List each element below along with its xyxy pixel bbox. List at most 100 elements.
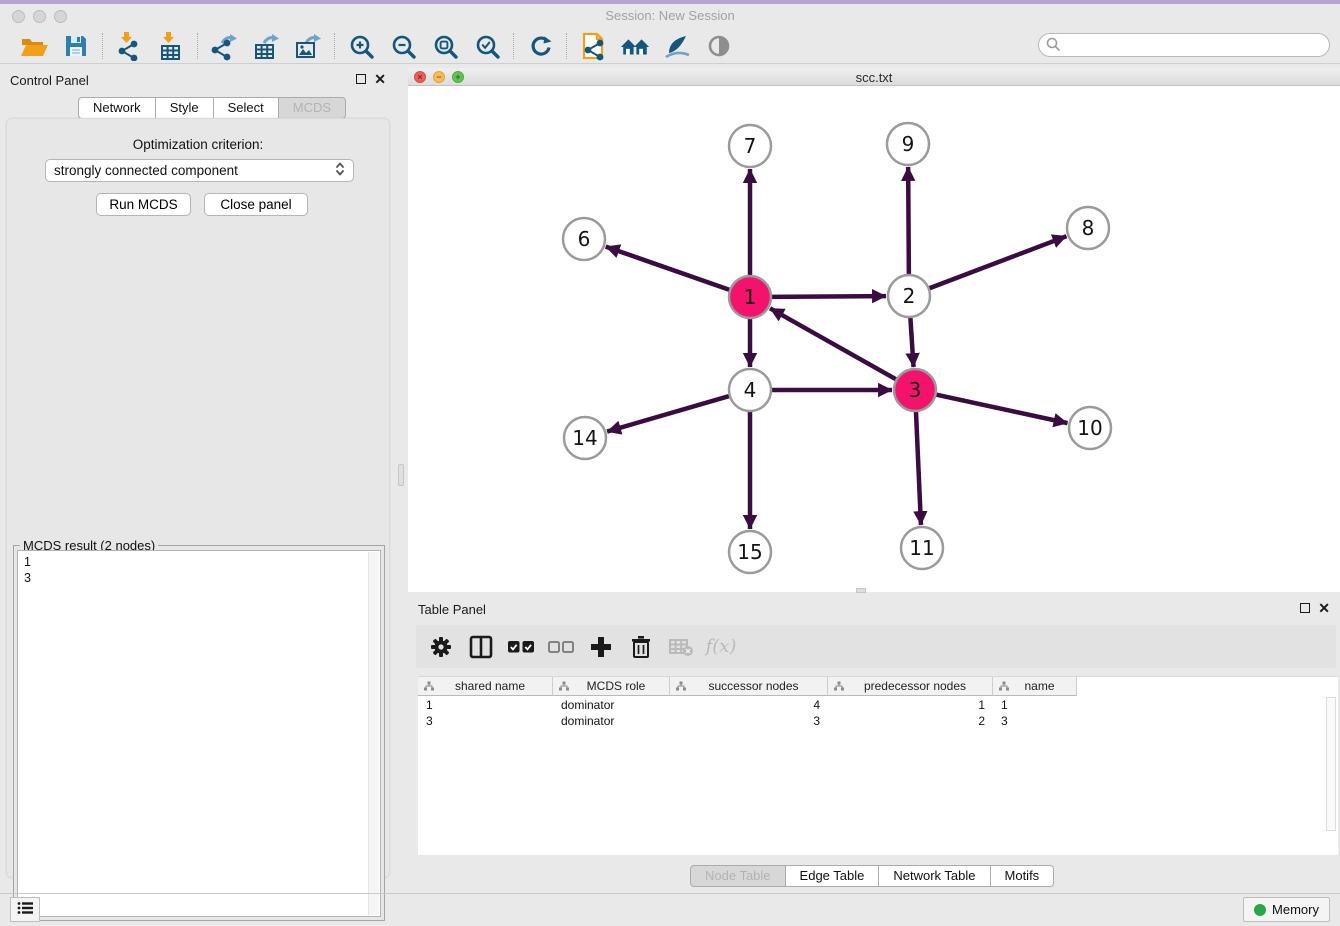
add-column-icon[interactable] <box>588 634 614 660</box>
result-list-item[interactable]: 1 <box>24 554 374 570</box>
tab-node-table[interactable]: Node Table <box>690 865 786 887</box>
control-panel-title: Control Panel <box>10 73 89 88</box>
node-label-6: 6 <box>578 227 591 251</box>
tab-motifs[interactable]: Motifs <box>991 865 1055 887</box>
horizontal-splitter-grip[interactable] <box>856 588 866 593</box>
open-session-icon[interactable] <box>18 31 50 61</box>
column-header-predecessor-nodes[interactable]: predecessor nodes <box>828 677 993 696</box>
table-scrollbar[interactable] <box>1326 697 1336 831</box>
tab-network[interactable]: Network <box>78 97 156 119</box>
zoom-fit-icon[interactable] <box>429 31 461 61</box>
node-label-8: 8 <box>1082 216 1095 240</box>
tab-edge-table[interactable]: Edge Table <box>786 865 880 887</box>
table-options-gear-icon[interactable] <box>428 634 454 660</box>
zoom-selected-icon[interactable] <box>471 31 503 61</box>
search-icon <box>1046 37 1061 55</box>
close-panel-button[interactable]: Close panel <box>204 193 308 216</box>
first-neighbors-icon[interactable] <box>619 31 651 61</box>
node-label-11: 11 <box>909 536 934 560</box>
memory-button[interactable]: Memory <box>1243 897 1330 922</box>
table-cell[interactable]: 1 <box>418 697 553 713</box>
save-session-icon[interactable] <box>60 31 92 61</box>
show-hide-panels-icon[interactable] <box>703 31 735 61</box>
tab-network-table[interactable]: Network Table <box>879 865 990 887</box>
edge-3-1[interactable] <box>770 308 898 380</box>
mcds-panel: Optimization criterion: strongly connect… <box>6 118 390 878</box>
table-cell[interactable]: 3 <box>418 713 553 729</box>
apply-function-icon: f(x) <box>708 634 734 660</box>
mcds-result-list[interactable]: 13 <box>17 550 381 917</box>
table-row[interactable]: 1dominator411 <box>418 697 1077 713</box>
result-scrollbar[interactable] <box>368 552 379 915</box>
import-network-icon[interactable] <box>113 31 145 61</box>
search-input[interactable] <box>1038 33 1330 57</box>
delete-columns-icon[interactable] <box>628 634 654 660</box>
node-label-15: 15 <box>737 540 762 564</box>
float-table-panel-icon[interactable] <box>1300 603 1310 613</box>
column-header-shared-name[interactable]: shared name <box>418 677 553 696</box>
zoom-out-icon[interactable] <box>387 31 419 61</box>
node-label-4: 4 <box>744 378 757 402</box>
edge-1-2[interactable] <box>769 296 886 297</box>
table-cell[interactable]: 3 <box>670 713 828 729</box>
result-list-item[interactable]: 3 <box>24 570 374 586</box>
close-panel-icon[interactable]: ✕ <box>374 74 386 84</box>
table-cell[interactable]: 4 <box>670 697 828 713</box>
select-all-checks-icon[interactable] <box>508 634 534 660</box>
table-toolbar: f(x) <box>416 625 1336 668</box>
table-cell[interactable]: 1 <box>828 697 993 713</box>
export-image-icon[interactable] <box>292 31 324 61</box>
table-cell[interactable]: dominator <box>553 713 670 729</box>
node-label-3: 3 <box>909 378 922 402</box>
refresh-network-icon[interactable] <box>524 31 556 61</box>
edge-2-9[interactable] <box>908 167 909 277</box>
node-label-1: 1 <box>744 285 757 309</box>
node-label-9: 9 <box>902 132 915 156</box>
import-table-icon[interactable] <box>155 31 187 61</box>
vertical-splitter-grip[interactable] <box>398 464 404 486</box>
optimization-dropdown-value: strongly connected component <box>54 163 238 178</box>
export-network-icon[interactable] <box>208 31 240 61</box>
run-mcds-button[interactable]: Run MCDS <box>96 193 191 216</box>
table-cell[interactable]: 2 <box>828 713 993 729</box>
optimization-dropdown[interactable]: strongly connected component <box>45 159 354 182</box>
node-table: shared nameMCDS rolesuccessor nodesprede… <box>418 676 1338 855</box>
show-panel-list-button[interactable] <box>10 897 40 922</box>
table-panel-title: Table Panel <box>418 602 486 617</box>
memory-status-dot <box>1254 904 1266 916</box>
edge-4-14[interactable] <box>607 395 732 431</box>
list-icon <box>17 901 34 918</box>
edge-3-10[interactable] <box>934 394 1068 423</box>
deselect-all-checks-icon[interactable] <box>548 634 574 660</box>
float-panel-icon[interactable] <box>356 74 366 84</box>
clone-network-icon[interactable] <box>577 31 609 61</box>
search-box <box>1038 33 1330 57</box>
edge-3-11[interactable] <box>916 409 921 525</box>
tab-mcds[interactable]: MCDS <box>279 97 346 119</box>
column-header-name[interactable]: name <box>993 677 1077 696</box>
node-label-2: 2 <box>903 284 916 308</box>
edge-2-8[interactable] <box>927 236 1067 289</box>
tab-style[interactable]: Style <box>156 97 214 119</box>
zoom-in-icon[interactable] <box>345 31 377 61</box>
network-canvas[interactable]: 1234678910111415 <box>408 86 1340 592</box>
window-title: Session: New Session <box>0 8 1340 23</box>
delete-table-icon <box>668 634 694 660</box>
export-table-icon[interactable] <box>250 31 282 61</box>
table-cell[interactable]: 1 <box>993 697 1077 713</box>
column-header-successor-nodes[interactable]: successor nodes <box>670 677 828 696</box>
column-header-MCDS-role[interactable]: MCDS role <box>553 677 670 696</box>
table-panel: Table Panel ✕ f(x) shared nameMCDS roles… <box>408 597 1340 888</box>
edge-1-6[interactable] <box>606 247 732 291</box>
table-cell[interactable]: 3 <box>993 713 1077 729</box>
apply-style-icon[interactable] <box>661 31 693 61</box>
network-window-titlebar[interactable]: × − + scc.txt <box>408 68 1340 86</box>
tab-select[interactable]: Select <box>214 97 279 119</box>
table-cell[interactable]: dominator <box>553 697 670 713</box>
table-row[interactable]: 3dominator323 <box>418 713 1077 729</box>
edge-2-3[interactable] <box>910 315 913 367</box>
close-table-panel-icon[interactable]: ✕ <box>1318 603 1330 613</box>
control-panel: Control Panel ✕ NetworkStyleSelectMCDS O… <box>0 68 396 888</box>
memory-label: Memory <box>1272 902 1319 917</box>
show-columns-icon[interactable] <box>468 634 494 660</box>
